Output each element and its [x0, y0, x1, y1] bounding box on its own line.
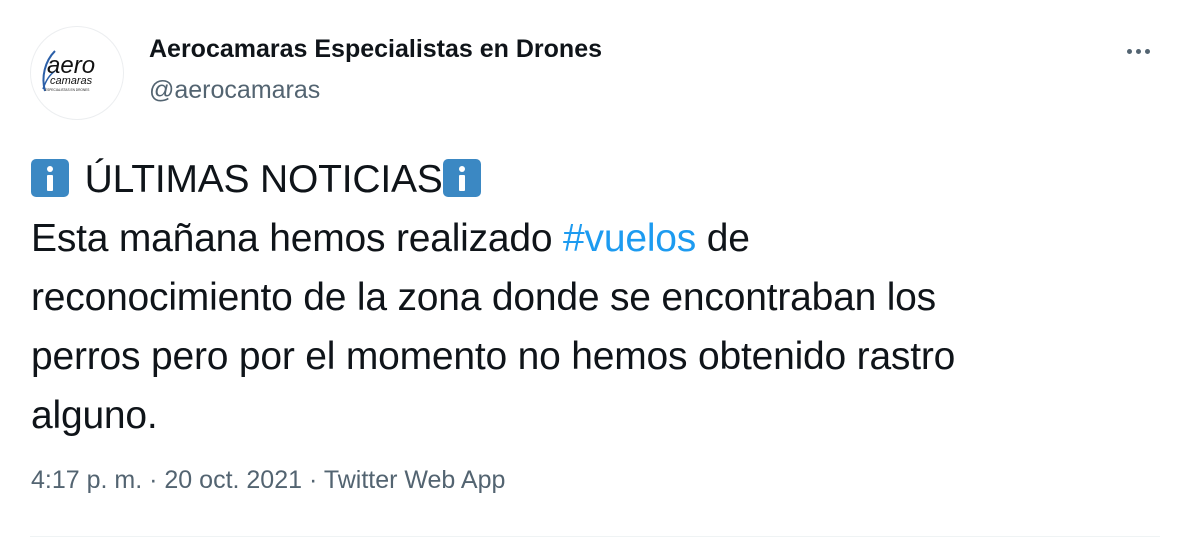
meta-separator: ·: [308, 466, 318, 494]
information-emoji-icon: [31, 159, 69, 197]
tweet-time-link[interactable]: 4:17 p. m.: [31, 466, 142, 494]
divider: [30, 536, 1160, 537]
logo-text-bottom: camaras: [50, 75, 93, 87]
tweet-headline: ÚLTIMAS NOTICIAS: [84, 158, 443, 201]
tweet-date-link[interactable]: 20 oct. 2021: [164, 466, 302, 494]
tweet-text-segment: Esta mañana hemos realizado: [31, 217, 564, 260]
meta-separator: ·: [149, 466, 158, 494]
more-horizontal-icon: [1144, 48, 1150, 54]
tweet-text-line: alguno.: [31, 394, 158, 437]
avatar[interactable]: aero camaras ESPECIALISTAS EN DRONES: [30, 26, 124, 120]
information-emoji-icon: [442, 159, 481, 197]
tweet-text-line: reconocimiento de la zona donde se encon…: [31, 276, 936, 319]
tweet-text-segment: de: [696, 217, 750, 260]
logo-tagline: ESPECIALISTAS EN DRONES: [45, 88, 89, 92]
author-display-name[interactable]: Aerocamaras Especialistas en Drones: [149, 35, 602, 64]
author-handle[interactable]: @aerocamaras: [149, 76, 320, 105]
tweet-text-line: perros pero por el momento no hemos obte…: [31, 335, 956, 378]
more-options-button[interactable]: [1116, 34, 1160, 68]
tweet-meta: 4:17 p. m. · 20 oct. 2021 · Twitter Web …: [31, 466, 505, 495]
hashtag-link[interactable]: #vuelos: [563, 217, 696, 260]
tweet-source-link[interactable]: Twitter Web App: [324, 466, 506, 494]
more-horizontal-icon: [1135, 48, 1141, 54]
tweet-text: ÚLTIMAS NOTICIAS Esta mañana hemos reali…: [31, 150, 1161, 445]
aerocamaras-logo-icon: aero camaras ESPECIALISTAS EN DRONES: [42, 50, 95, 92]
more-horizontal-icon: [1126, 48, 1132, 54]
tweet-text-line: Esta mañana hemos realizado #vuelos de: [31, 209, 1161, 268]
tweet-card: aero camaras ESPECIALISTAS EN DRONES Aer…: [0, 0, 1186, 542]
tweet-headline-line: ÚLTIMAS NOTICIAS: [31, 150, 1161, 209]
